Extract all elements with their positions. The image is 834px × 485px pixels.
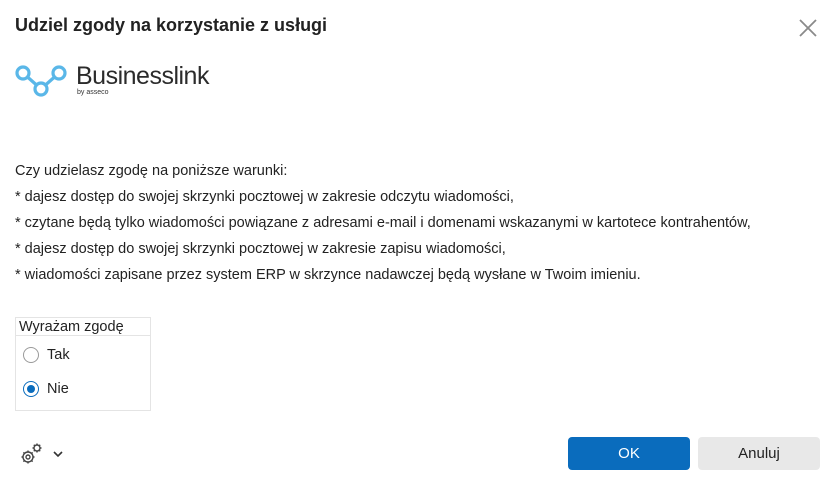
logo-name: Businesslink bbox=[76, 62, 209, 90]
terms-text: Czy udzielasz zgodę na poniższe warunki:… bbox=[15, 158, 815, 288]
consent-option-tak[interactable]: Tak bbox=[23, 347, 70, 363]
businesslink-logo: Businesslink by asseco bbox=[15, 60, 215, 104]
logo-subtext: by asseco bbox=[77, 89, 109, 96]
terms-intro: Czy udzielasz zgodę na poniższe warunki: bbox=[15, 163, 288, 179]
consent-legend: Wyrażam zgodę bbox=[19, 319, 124, 335]
radio-nie[interactable] bbox=[23, 381, 39, 397]
terms-item: * czytane będą tylko wiadomości powiązan… bbox=[15, 215, 751, 231]
terms-item: * dajesz dostęp do swojej skrzynki poczt… bbox=[15, 189, 514, 205]
consent-option-nie[interactable]: Nie bbox=[23, 381, 69, 397]
radio-label-tak: Tak bbox=[47, 347, 70, 363]
gears-icon bbox=[21, 443, 42, 464]
terms-item: * dajesz dostęp do swojej skrzynki poczt… bbox=[15, 241, 506, 257]
ok-button[interactable]: OK bbox=[568, 437, 690, 470]
terms-item: * wiadomości zapisane przez system ERP w… bbox=[15, 267, 641, 283]
chevron-down-icon bbox=[53, 451, 63, 458]
close-button[interactable] bbox=[796, 16, 820, 40]
radio-tak[interactable] bbox=[23, 347, 39, 363]
consent-group: Wyrażam zgodę Tak Nie bbox=[15, 317, 151, 411]
settings-menu-button[interactable] bbox=[18, 441, 66, 467]
businesslink-logo-icon bbox=[15, 65, 67, 97]
radio-label-nie: Nie bbox=[47, 381, 69, 397]
consent-divider bbox=[16, 335, 150, 336]
cancel-button[interactable]: Anuluj bbox=[698, 437, 820, 470]
dialog-title: Udziel zgody na korzystanie z usługi bbox=[15, 15, 328, 35]
close-icon bbox=[799, 19, 817, 37]
